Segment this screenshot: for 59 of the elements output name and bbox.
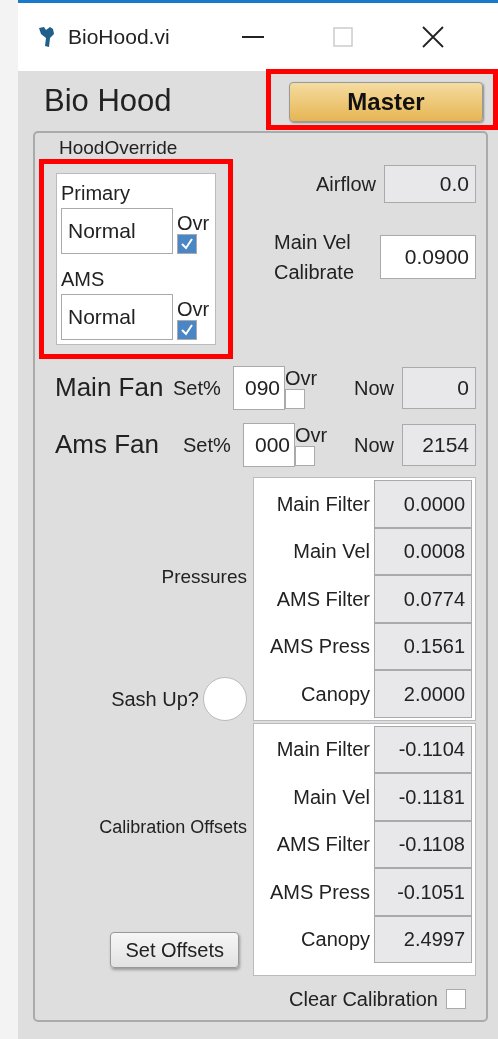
sash-label: Sash Up? [111, 686, 199, 712]
master-button[interactable]: Master [289, 82, 483, 122]
now-value: 2154 [402, 423, 476, 466]
row-label: Main Filter [275, 737, 371, 763]
row-label: Canopy [300, 681, 371, 707]
calibrate-label: Main Vel Calibrate [274, 230, 356, 285]
window-title: BioHood.vi [68, 24, 171, 51]
checkbox[interactable] [285, 388, 305, 409]
ovr-label: Ovr [285, 366, 318, 389]
row-label: Main Filter [275, 491, 371, 517]
field-label: AMS [61, 267, 106, 292]
row-value: -0.1104 [374, 725, 472, 773]
row-value: 0.0008 [374, 527, 472, 575]
row-value: 0.0774 [374, 575, 472, 623]
mode-field[interactable]: Normal [61, 294, 173, 340]
checkbox[interactable] [446, 989, 466, 1009]
checkbox[interactable] [177, 234, 197, 254]
ovr-label: Ovr [177, 298, 210, 320]
app-icon [38, 26, 56, 48]
group-label: Pressures [161, 564, 247, 589]
checkbox-label: Clear Calibration [289, 987, 438, 1012]
mode-field[interactable]: Normal [61, 208, 173, 254]
now-label: Now [354, 375, 394, 401]
group-label: HoodOverride [59, 137, 178, 159]
row-label: AMS Filter [275, 586, 371, 612]
ovr-label: Ovr [177, 212, 210, 234]
maximize-icon[interactable] [333, 27, 353, 47]
fan-label: Main Fan [55, 371, 165, 404]
row-label: Main Vel [292, 539, 371, 565]
airflow-label: Airflow [316, 172, 376, 197]
setpoint-field[interactable]: 090 [233, 365, 285, 410]
row-value: -0.1108 [374, 820, 472, 868]
fan-label: Ams Fan [55, 428, 161, 461]
row-value: 2.4997 [374, 915, 472, 963]
group-label: Calibration Offsets [99, 815, 247, 839]
ovr-label: Ovr [295, 423, 328, 446]
set-label: Set% [173, 375, 222, 401]
row-value: 0.1561 [374, 622, 472, 670]
row-label: AMS Press [268, 634, 371, 660]
panel-title: Bio Hood [44, 81, 173, 120]
now-label: Now [354, 432, 394, 458]
row-label: Canopy [300, 927, 371, 953]
calibrate-field[interactable]: 0.0900 [380, 235, 476, 279]
row-label: Main Vel [292, 784, 371, 810]
set-label: Set% [183, 432, 232, 458]
row-value: -0.1181 [374, 773, 472, 821]
field-label: Primary [61, 181, 131, 206]
row-value: -0.1051 [374, 868, 472, 916]
set-offsets-button[interactable]: Set Offsets [110, 932, 239, 968]
row-value: 0.0000 [374, 480, 472, 528]
row-label: AMS Press [268, 879, 371, 905]
checkbox[interactable] [177, 320, 197, 340]
now-value: 0 [402, 366, 476, 409]
setpoint-field[interactable]: 000 [243, 422, 295, 467]
checkbox[interactable] [295, 445, 315, 466]
row-value: 2.0000 [374, 670, 472, 718]
airflow-value: 0.0 [384, 165, 476, 203]
close-icon[interactable] [422, 26, 444, 48]
row-label: AMS Filter [275, 832, 371, 858]
